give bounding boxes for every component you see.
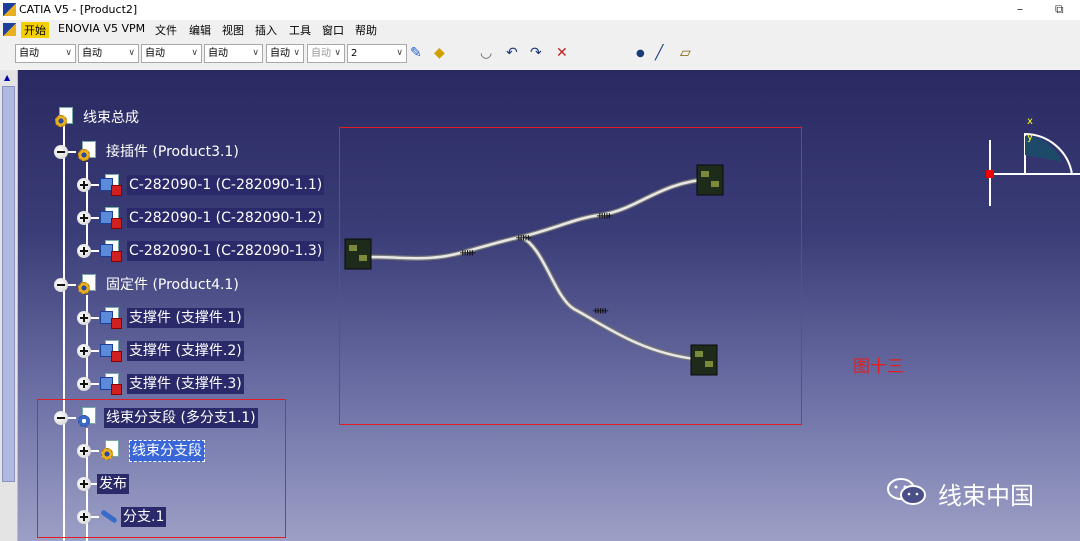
compass-icon[interactable]: x y xyxy=(980,110,1080,210)
catia-logo-icon xyxy=(3,23,16,36)
tree-node-fixtures[interactable]: 固定件 (Product4.1) xyxy=(54,274,304,296)
flip-curve-icon[interactable]: ↷ xyxy=(530,46,542,61)
scroll-up-icon[interactable]: ▲ xyxy=(4,73,10,82)
part-icon xyxy=(99,207,122,229)
layer-combo[interactable]: 2 ∨ xyxy=(347,44,407,63)
line-thickness-combo[interactable]: 自动 ∨ xyxy=(141,44,202,63)
menu-edit[interactable]: 编辑 xyxy=(186,22,214,38)
harness-geometry[interactable]: ᚔ ᚔ ᚔ ᚔ xyxy=(339,127,802,425)
point-icon[interactable]: ● xyxy=(636,46,645,61)
collapse-icon[interactable] xyxy=(54,145,68,159)
wechat-icon xyxy=(887,478,926,505)
chevron-down-icon: ∨ xyxy=(293,48,300,58)
graphic-properties-toolbar: 自动 ∨ 自动 ∨ 自动 ∨ 自动 ∨ 自动 ∨ 自动 ∨ 2 ∨ ✎ ◆ ◡ ↶ ↷ ✕ ●… xyxy=(0,38,1080,71)
product-icon xyxy=(76,141,98,163)
support-markers: ᚔ ᚔ ᚔ ᚔ xyxy=(459,209,613,317)
chevron-down-icon: ∨ xyxy=(252,48,259,58)
tree-node-support-3[interactable]: 支撑件 (支撑件.3) xyxy=(77,373,277,395)
expand-icon[interactable] xyxy=(77,344,91,358)
svg-text:ᚔ: ᚔ xyxy=(515,231,532,244)
window-title: CATIA V5 - [Product2] xyxy=(19,3,138,16)
expand-icon[interactable] xyxy=(77,311,91,325)
menu-bar: 开始 ENOVIA V5 VPM 文件 编辑 视图 插入 工具 窗口 帮助 xyxy=(0,20,1080,38)
connector-bottom-right[interactable] xyxy=(690,344,718,376)
figure-caption: 图十三 xyxy=(853,357,904,377)
part-icon xyxy=(99,373,122,395)
harness-wires xyxy=(368,176,712,362)
svg-text:ᚔ: ᚔ xyxy=(592,304,609,317)
curve-icon[interactable]: ◡ xyxy=(480,46,492,61)
tree-node-support-2[interactable]: 支撑件 (支撑件.2) xyxy=(77,340,277,362)
tree-node-connectors[interactable]: 接插件 (Product3.1) xyxy=(54,141,304,163)
tree-connector xyxy=(91,184,99,186)
expand-icon[interactable] xyxy=(77,178,91,192)
plane-icon[interactable]: ▱ xyxy=(680,46,691,61)
tree-node-support-1[interactable]: 支撑件 (支撑件.1) xyxy=(77,307,277,329)
scroll-thumb[interactable] xyxy=(2,86,15,482)
tree-highlight-box xyxy=(37,399,286,538)
menu-insert[interactable]: 插入 xyxy=(252,22,280,38)
tree-connector xyxy=(91,217,99,219)
part-icon xyxy=(99,307,122,329)
expand-icon[interactable] xyxy=(77,244,91,258)
connector-top-right[interactable] xyxy=(696,164,724,196)
tree-connector xyxy=(68,284,76,286)
tree-node-connector-1[interactable]: C-282090-1 (C-282090-1.1) xyxy=(77,174,367,196)
menu-view[interactable]: 视图 xyxy=(219,22,247,38)
chevron-down-icon: ∨ xyxy=(191,48,198,58)
chevron-down-icon: ∨ xyxy=(334,48,341,58)
line-icon[interactable]: ╱ xyxy=(655,46,663,61)
chevron-down-icon: ∨ xyxy=(396,48,403,58)
tree-connector xyxy=(91,350,99,352)
chevron-down-icon: ∨ xyxy=(65,48,72,58)
tree-connector xyxy=(91,317,99,319)
menu-start[interactable]: 开始 xyxy=(21,22,49,38)
expand-icon[interactable] xyxy=(77,377,91,391)
product-icon xyxy=(76,274,98,296)
tree-root[interactable]: 线束总成 xyxy=(53,107,253,129)
paint-bucket-icon[interactable]: ◆ xyxy=(434,46,445,61)
collapse-icon[interactable] xyxy=(54,278,68,292)
brush-icon[interactable]: ✎ xyxy=(410,46,422,61)
menu-window[interactable]: 窗口 xyxy=(319,22,347,38)
tree-connector xyxy=(68,151,76,153)
rendering-style-combo[interactable]: 自动 ∨ xyxy=(307,44,345,63)
tree-connector xyxy=(91,383,99,385)
line-type-combo[interactable]: 自动 ∨ xyxy=(204,44,263,63)
product-icon xyxy=(53,107,75,129)
catia-logo-icon xyxy=(3,3,16,16)
compass-x-label: x xyxy=(1027,116,1033,127)
tree-connector xyxy=(91,250,99,252)
expand-icon[interactable] xyxy=(77,211,91,225)
part-icon xyxy=(99,174,122,196)
compass-y-label: y xyxy=(1027,132,1033,143)
vertical-scrollbar[interactable]: ▲ xyxy=(0,70,18,541)
menu-tools[interactable]: 工具 xyxy=(286,22,314,38)
connector-left[interactable] xyxy=(344,238,372,270)
title-bar: CATIA V5 - [Product2] – ⧉ xyxy=(0,0,1080,21)
part-icon xyxy=(99,340,122,362)
restore-button[interactable]: ⧉ xyxy=(1055,2,1064,17)
point-type-combo[interactable]: 自动 ∨ xyxy=(266,44,304,63)
menu-file[interactable]: 文件 xyxy=(152,22,180,38)
part-icon xyxy=(99,240,122,262)
menu-enovia[interactable]: ENOVIA V5 VPM xyxy=(55,22,148,35)
watermark-text: 线束中国 xyxy=(938,482,1034,510)
svg-text:ᚔ: ᚔ xyxy=(459,246,476,259)
hide-curve-icon[interactable]: ✕ xyxy=(556,46,568,61)
snap-curve-icon[interactable]: ↶ xyxy=(506,46,518,61)
tree-node-connector-2[interactable]: C-282090-1 (C-282090-1.2) xyxy=(77,207,367,229)
svg-text:ᚔ: ᚔ xyxy=(596,209,613,222)
color-combo[interactable]: 自动 ∨ xyxy=(15,44,76,63)
minimize-button[interactable]: – xyxy=(1017,2,1023,16)
menu-help[interactable]: 帮助 xyxy=(352,22,380,38)
transparency-combo[interactable]: 自动 ∨ xyxy=(78,44,139,63)
tree-node-connector-3[interactable]: C-282090-1 (C-282090-1.3) xyxy=(77,240,367,262)
chevron-down-icon: ∨ xyxy=(128,48,135,58)
